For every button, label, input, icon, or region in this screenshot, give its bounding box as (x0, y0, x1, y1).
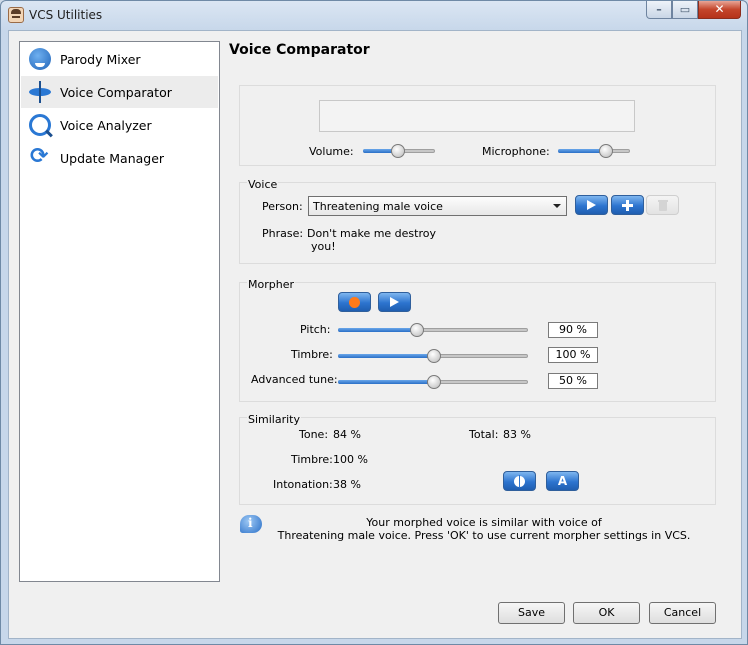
tone-label: Tone: (299, 428, 329, 441)
microphone-label: Microphone: (482, 145, 550, 158)
slider-fill (338, 354, 433, 358)
sidebar-item-parody-mixer[interactable]: Parody Mixer (21, 43, 218, 75)
timbre-value: 100 % (548, 347, 598, 363)
close-icon: ✕ (714, 2, 725, 16)
total-value: 83 % (503, 428, 531, 441)
sidebar-item-update-manager[interactable]: Update Manager (21, 142, 218, 174)
morpher-group: Morpher Pitch: 90 % Timbre: 100 % Advanc… (239, 278, 716, 402)
similarity-timbre-label: Timbre: (291, 453, 333, 466)
sidebar-item-label: Voice Comparator (60, 84, 172, 100)
voice-display (319, 100, 635, 132)
total-label: Total: (469, 428, 499, 441)
slider-thumb[interactable] (427, 375, 441, 389)
ok-button[interactable]: OK (573, 602, 640, 624)
similarity-group-label: Similarity (247, 413, 302, 426)
sidebar-item-voice-comparator[interactable]: Voice Comparator (21, 76, 218, 108)
minimize-icon: – (656, 3, 662, 16)
similarity-timbre-value: 100 % (333, 453, 368, 466)
save-button[interactable]: Save (498, 602, 565, 624)
slider-fill (338, 328, 416, 332)
sidebar-item-label: Parody Mixer (60, 51, 141, 67)
timbre-label: Timbre: (291, 348, 333, 361)
add-voice-button[interactable] (611, 195, 644, 215)
pitch-slider[interactable] (338, 323, 528, 337)
info-message-line1: Your morphed voice is similar with voice… (366, 516, 602, 529)
advanced-tune-value: 50 % (548, 373, 598, 389)
phrase-text-line2: you! (311, 240, 336, 253)
phrase-text-line1: Don't make me destroy (307, 227, 436, 240)
info-message: Your morphed voice is similar with voice… (274, 516, 694, 542)
close-button[interactable]: ✕ (698, 1, 741, 19)
person-select-value: Threatening male voice (313, 200, 443, 213)
advanced-tune-slider[interactable] (338, 375, 528, 389)
intonation-value: 38 % (333, 478, 361, 491)
voice-group: Voice Person: Threatening male voice Phr… (239, 178, 716, 264)
slider-thumb[interactable] (598, 144, 613, 158)
slider-fill (338, 380, 433, 384)
advanced-tune-label: Advanced tune: (251, 373, 338, 386)
window-title: VCS Utilities (29, 8, 103, 22)
person-select[interactable]: Threatening male voice (308, 196, 567, 216)
pitch-value: 90 % (548, 322, 598, 338)
tone-value: 84 % (333, 428, 361, 441)
window-controls: – ▭ ✕ (646, 1, 741, 19)
page-title: Voice Comparator (229, 42, 370, 58)
maximize-icon: ▭ (679, 3, 691, 16)
minimize-button[interactable]: – (646, 1, 672, 19)
compare-button[interactable] (503, 471, 536, 491)
microphone-slider[interactable] (558, 144, 630, 158)
play-voice-button[interactable] (575, 195, 608, 215)
play-morphed-button[interactable] (378, 292, 411, 312)
cancel-button[interactable]: Cancel (649, 602, 716, 624)
voice-analyzer-icon (29, 114, 51, 136)
voice-comparator-icon (29, 81, 51, 103)
sidebar-item-label: Voice Analyzer (60, 117, 152, 133)
update-manager-icon (29, 144, 51, 169)
title-bar[interactable]: VCS Utilities – ▭ ✕ (1, 1, 747, 29)
slider-thumb[interactable] (409, 323, 424, 337)
volume-slider[interactable] (363, 144, 435, 158)
timbre-slider[interactable] (338, 349, 528, 363)
slider-thumb[interactable] (427, 349, 441, 363)
sidebar-item-label: Update Manager (60, 150, 165, 166)
intonation-label: Intonation: (273, 478, 333, 491)
person-label: Person: (262, 200, 303, 213)
delete-voice-button[interactable] (646, 195, 679, 215)
pitch-label: Pitch: (300, 323, 331, 336)
client-area: Parody Mixer Voice Comparator Voice Anal… (8, 30, 742, 639)
record-button[interactable] (338, 292, 371, 312)
phrase-label: Phrase: (262, 227, 304, 240)
voice-group-label: Voice (247, 178, 279, 191)
parody-mixer-icon (29, 48, 51, 70)
volume-label: Volume: (309, 145, 354, 158)
slider-thumb[interactable] (390, 144, 405, 158)
maximize-button[interactable]: ▭ (672, 1, 698, 19)
app-icon (8, 7, 24, 23)
levels-group: Volume: Microphone: (239, 85, 716, 166)
slider-fill (558, 149, 605, 153)
morpher-group-label: Morpher (247, 278, 295, 291)
app-window: VCS Utilities – ▭ ✕ Parody Mixer Voice C… (0, 0, 748, 645)
similarity-group: Similarity Tone: 84 % Total: 83 % Timbre… (239, 413, 716, 505)
auto-tune-button[interactable]: A (546, 471, 579, 491)
sidebar-item-voice-analyzer[interactable]: Voice Analyzer (21, 109, 218, 141)
chevron-down-icon (553, 204, 561, 208)
info-icon (240, 515, 262, 533)
sidebar: Parody Mixer Voice Comparator Voice Anal… (19, 41, 220, 582)
info-message-line2: Threatening male voice. Press 'OK' to us… (277, 529, 691, 542)
